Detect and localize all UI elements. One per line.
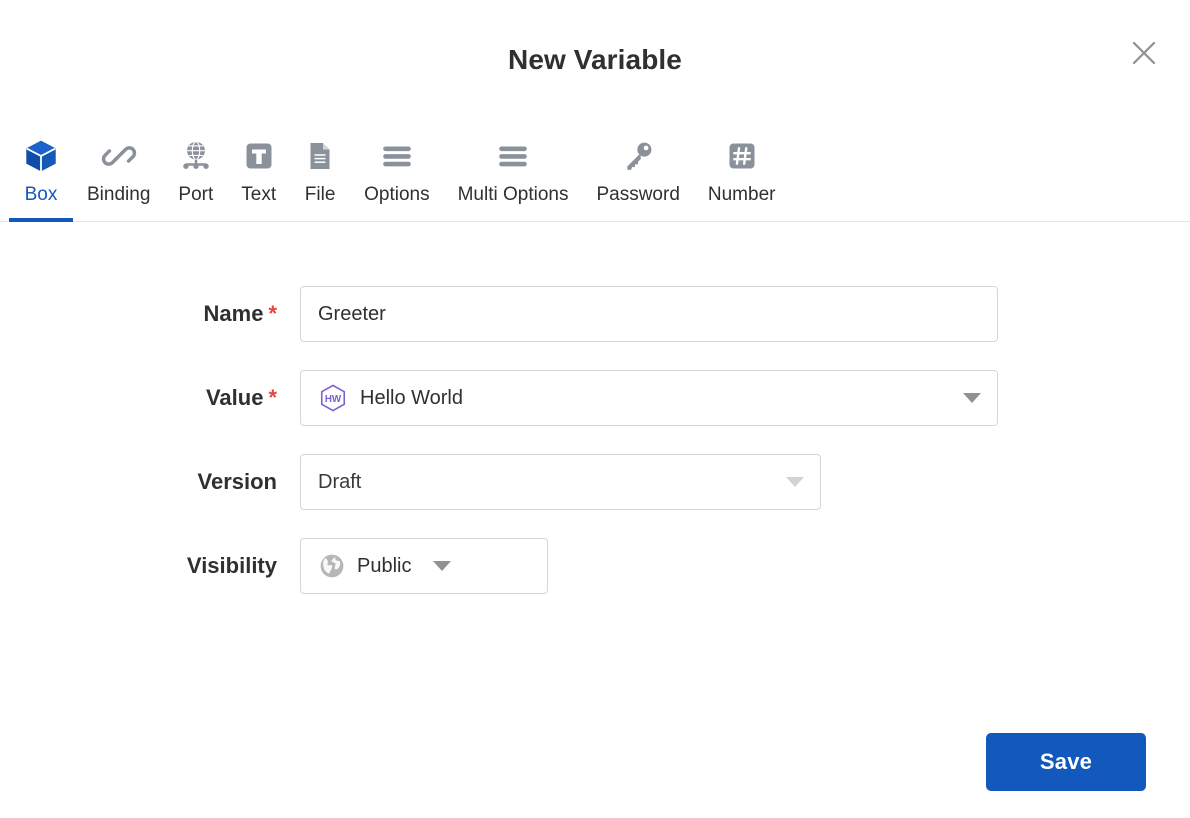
- visibility-field-wrap: Public: [300, 538, 548, 594]
- tab-password[interactable]: Password: [582, 105, 693, 221]
- dialog-header: New Variable: [0, 0, 1190, 105]
- globe-icon: [318, 552, 346, 580]
- version-field-wrap: Draft: [300, 454, 821, 510]
- tab-label: File: [304, 184, 336, 205]
- save-button[interactable]: Save: [986, 733, 1146, 791]
- hexagon-badge-icon: HW: [318, 383, 348, 413]
- version-select[interactable]: Draft: [300, 454, 821, 510]
- value-label-text: Value: [205, 385, 264, 410]
- visibility-selected-text: Public: [357, 554, 412, 577]
- tab-label: Port: [178, 184, 214, 205]
- tab-label: Multi Options: [457, 184, 569, 205]
- value-select[interactable]: HW Hello World: [300, 370, 998, 426]
- file-document-icon: [304, 136, 336, 176]
- chevron-down-icon: [786, 477, 804, 487]
- variable-type-tabs: Box Binding Port Text File Options Multi…: [0, 105, 1190, 222]
- value-selected-text: Hello World: [360, 386, 463, 409]
- name-input[interactable]: [300, 286, 998, 342]
- name-label-text: Name: [203, 301, 264, 326]
- required-marker: *: [268, 301, 277, 326]
- close-button[interactable]: [1122, 32, 1166, 76]
- tab-file[interactable]: File: [290, 105, 350, 221]
- text-t-icon: [243, 136, 275, 176]
- link-chain-icon: [101, 136, 137, 176]
- value-field-wrap: HW Hello World: [300, 370, 998, 426]
- tab-port[interactable]: Port: [164, 105, 227, 221]
- form-row-version: Version Draft: [0, 454, 1190, 510]
- box-cube-icon: [23, 136, 59, 176]
- version-label: Version: [197, 469, 277, 494]
- tab-label: Text: [241, 184, 277, 205]
- form-row-visibility: Visibility Public: [0, 538, 1190, 594]
- list-bars-icon: [496, 136, 530, 176]
- hash-number-icon: [726, 136, 758, 176]
- visibility-label: Visibility: [186, 553, 277, 578]
- tab-label: Binding: [87, 184, 151, 205]
- hexagon-badge-text: HW: [325, 394, 342, 405]
- value-label: Value *: [0, 370, 300, 426]
- tab-multi-options[interactable]: Multi Options: [444, 105, 583, 221]
- tab-text[interactable]: Text: [227, 105, 290, 221]
- visibility-select[interactable]: Public: [300, 538, 548, 594]
- tab-binding[interactable]: Binding: [73, 105, 164, 221]
- page-title: New Variable: [508, 43, 682, 75]
- tab-label: Options: [364, 184, 430, 205]
- form-row-value: Value * HW Hello World: [0, 370, 1190, 426]
- dialog-footer: Save: [986, 733, 1146, 791]
- close-icon: [1129, 38, 1159, 71]
- name-label: Name *: [0, 286, 300, 342]
- tab-box[interactable]: Box: [9, 105, 73, 222]
- tab-number[interactable]: Number: [694, 105, 790, 221]
- form-row-name: Name *: [0, 286, 1190, 342]
- tab-options[interactable]: Options: [350, 105, 443, 221]
- key-icon: [621, 136, 655, 176]
- chevron-down-icon: [433, 561, 452, 571]
- name-field-wrap: [300, 286, 998, 342]
- globe-network-icon: [179, 136, 213, 176]
- variable-form: Name* Value* HW Hello World Vers: [0, 222, 1190, 594]
- required-marker: *: [268, 385, 277, 410]
- tab-label: Number: [707, 184, 776, 205]
- tab-label: Box: [24, 184, 58, 205]
- list-bars-icon: [380, 136, 414, 176]
- version-selected-text: Draft: [318, 470, 362, 493]
- chevron-down-icon: [963, 393, 981, 403]
- tab-label: Password: [596, 184, 680, 205]
